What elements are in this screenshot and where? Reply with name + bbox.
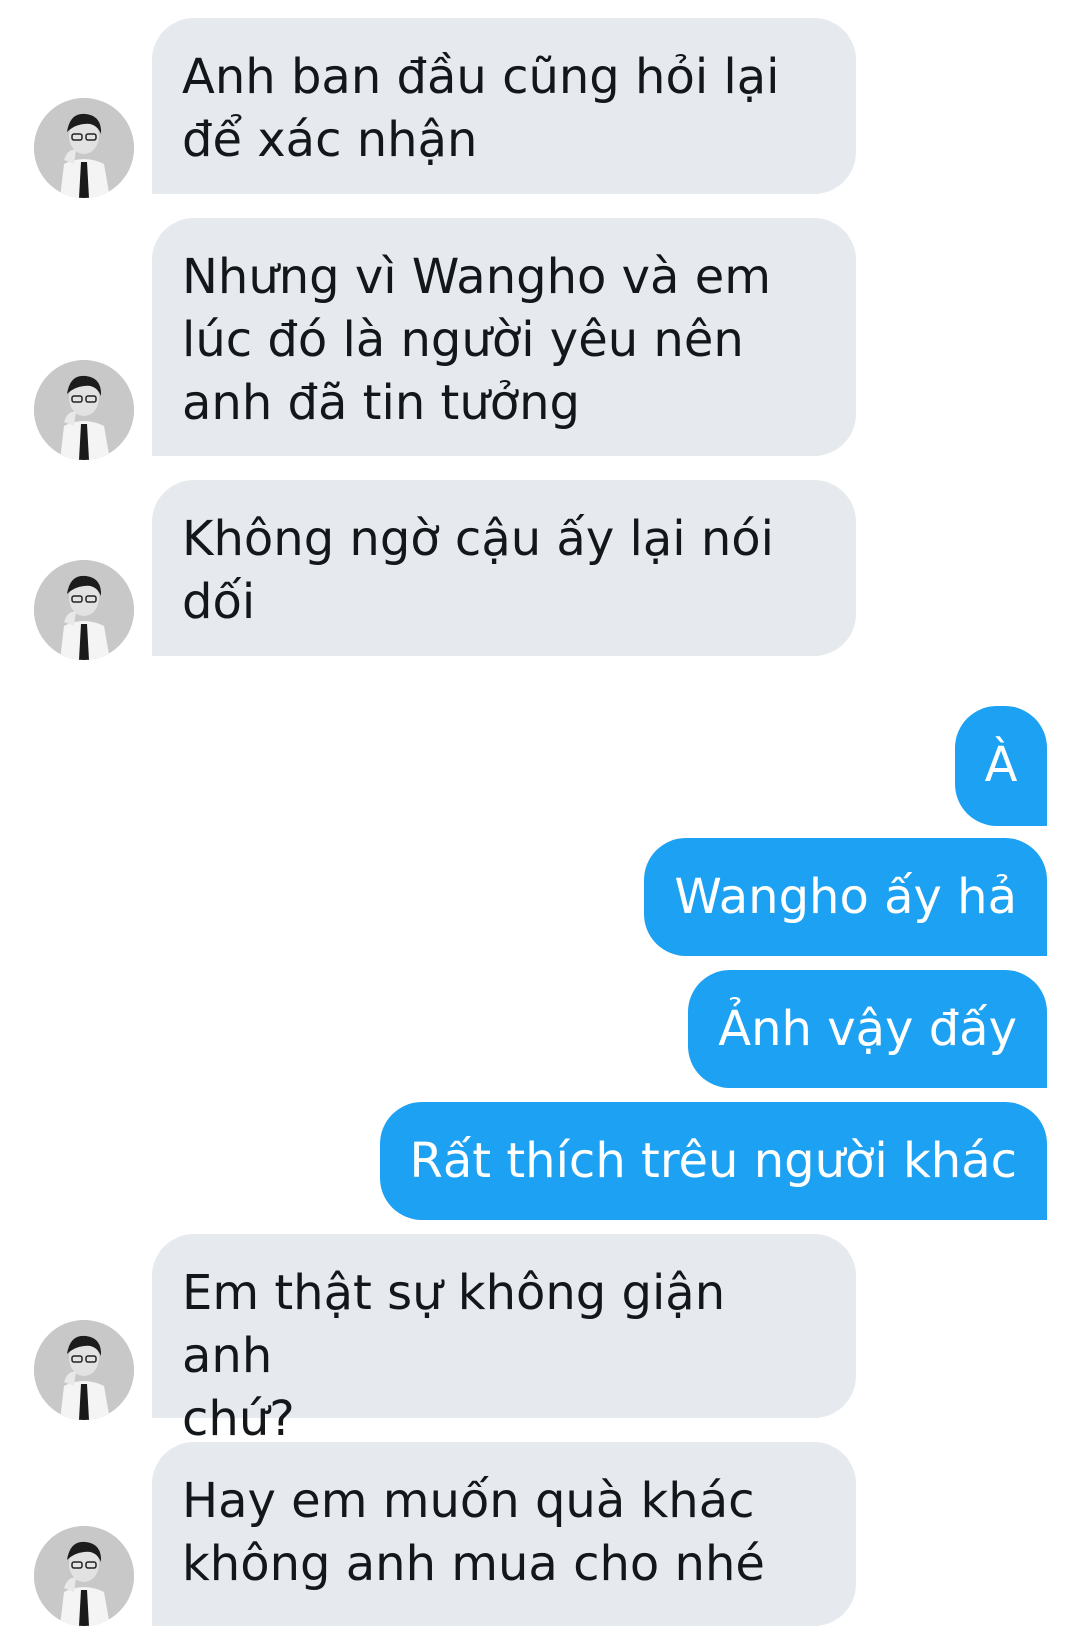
contact-avatar[interactable] <box>34 560 134 660</box>
contact-avatar[interactable] <box>34 98 134 198</box>
incoming-message-bubble[interactable]: Nhưng vì Wangho và em lúc đó là người yê… <box>152 218 856 456</box>
incoming-message-bubble[interactable]: Không ngờ cậu ấy lại nói dối <box>152 480 856 656</box>
outgoing-message-bubble[interactable]: Rất thích trêu người khác <box>379 1102 1047 1220</box>
outgoing-message-bubble[interactable]: À <box>955 706 1047 826</box>
outgoing-message-bubble[interactable]: Ảnh vậy đấy <box>688 970 1047 1088</box>
incoming-message-bubble[interactable]: Em thật sự không giận anh chứ? <box>152 1234 856 1447</box>
incoming-message-bubble[interactable]: Hay em muốn quà khác không anh mua cho n… <box>152 1442 856 1626</box>
avatar-photo-icon <box>34 560 134 660</box>
outgoing-message-bubble[interactable]: Wangho ấy hả <box>644 838 1047 956</box>
incoming-message-bubble[interactable]: Anh ban đầu cũng hỏi lại để xác nhận <box>152 18 856 194</box>
avatar-photo-icon <box>34 1526 134 1626</box>
contact-avatar[interactable] <box>34 1526 134 1626</box>
contact-avatar[interactable] <box>34 1320 134 1420</box>
avatar-photo-icon <box>34 1320 134 1420</box>
contact-avatar[interactable] <box>34 360 134 460</box>
message-thread: Anh ban đầu cũng hỏi lại để xác nhận Như… <box>0 0 1080 1630</box>
avatar-photo-icon <box>34 98 134 198</box>
avatar-photo-icon <box>34 360 134 460</box>
